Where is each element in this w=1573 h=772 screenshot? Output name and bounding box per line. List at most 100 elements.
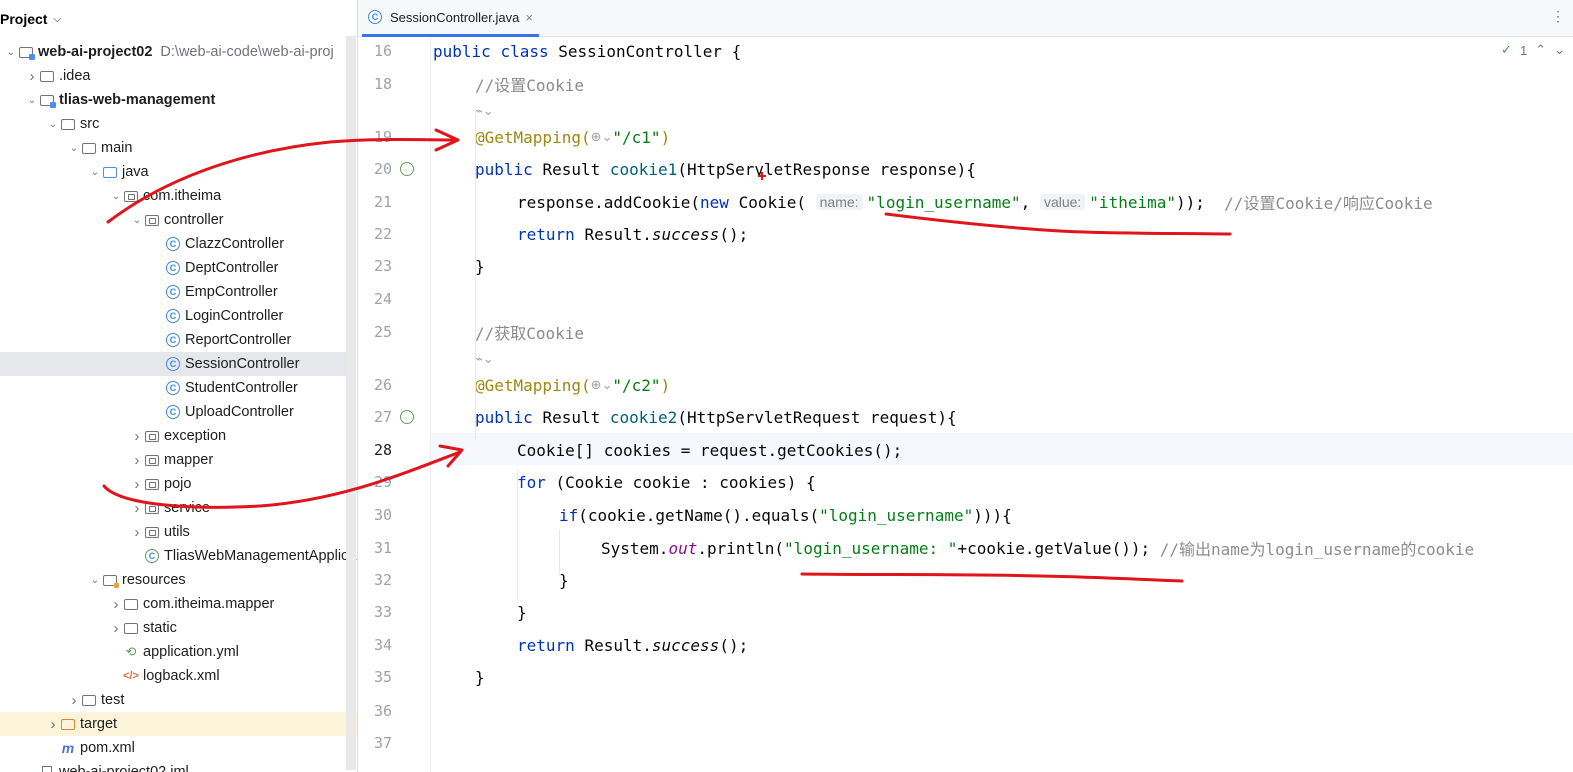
tree-item[interactable]: m pom.xml: [0, 736, 346, 760]
spring-endpoint-icon[interactable]: [399, 161, 415, 177]
code-line[interactable]: return Result. success ();: [517, 220, 748, 248]
tree-item[interactable]: › exception: [0, 424, 346, 448]
tree-item[interactable]: ⌄ com.itheima: [0, 184, 346, 208]
code-line[interactable]: return Result. success ();: [517, 631, 748, 659]
code-line[interactable]: ⌁⌄: [475, 345, 494, 373]
code-line[interactable]: }: [475, 663, 485, 691]
code-line[interactable]: }: [517, 598, 527, 626]
tree-item[interactable]: › mapper: [0, 448, 346, 472]
line-number[interactable]: 20: [358, 160, 392, 178]
tree-item[interactable]: ⟲ application.yml: [0, 640, 346, 664]
tab-session-controller[interactable]: C SessionController.java ×: [362, 0, 539, 37]
code-line[interactable]: //设置Cookie: [475, 70, 584, 98]
line-number[interactable]: 23: [358, 257, 392, 275]
line-number[interactable]: 21: [358, 193, 392, 211]
code-line[interactable]: if (cookie.getName().equals("login_userna…: [559, 501, 1012, 529]
line-number[interactable]: 31: [358, 539, 392, 557]
tree-item[interactable]: </> logback.xml: [0, 664, 346, 688]
code-line[interactable]: response.addCookie(new Cookie( name: "log…: [517, 188, 1433, 216]
chevron-down-icon[interactable]: ⌄: [4, 47, 18, 58]
chevron-right-icon[interactable]: ›: [25, 68, 39, 85]
chevron-down-icon[interactable]: ⌄: [88, 575, 102, 586]
tree-item[interactable]: ⌄ resources: [0, 568, 346, 592]
tree-item[interactable]: ⌄ controller: [0, 208, 346, 232]
inspection-widget[interactable]: ✓ 1 ⌃ ⌄: [1501, 42, 1565, 58]
chevron-down-icon[interactable]: ⌄: [46, 119, 60, 130]
chevron-down-icon[interactable]: ⌄: [67, 143, 81, 154]
line-number[interactable]: 18: [358, 75, 392, 93]
tree-item[interactable]: C StudentController: [0, 376, 346, 400]
code-line[interactable]: @GetMapping(⊕⌄ "/c1"): [475, 123, 670, 151]
chevron-right-icon[interactable]: ›: [109, 620, 123, 637]
spring-endpoint-icon[interactable]: [399, 409, 415, 425]
tree-item[interactable]: ⌄ src: [0, 112, 346, 136]
sidebar-scrollbar[interactable]: [346, 36, 356, 770]
code-line[interactable]: }: [475, 252, 485, 280]
code-line[interactable]: }: [559, 566, 569, 594]
inlay-icon[interactable]: ⌁⌄: [475, 352, 494, 367]
tree-item[interactable]: ⌄ web-ai-project02 D:\web-ai-code\web-ai-p…: [0, 40, 346, 64]
tree-item[interactable]: C ReportController: [0, 328, 346, 352]
line-number[interactable]: 30: [358, 506, 392, 524]
line-number[interactable]: 35: [358, 668, 392, 686]
inlay-icon[interactable]: ⌁⌄: [475, 104, 494, 119]
tree-item[interactable]: C EmpController: [0, 280, 346, 304]
line-number[interactable]: 32: [358, 571, 392, 589]
tree-item[interactable]: › test: [0, 688, 346, 712]
tree-item[interactable]: › utils: [0, 520, 346, 544]
chevron-right-icon[interactable]: ›: [130, 500, 144, 517]
chevron-down-icon[interactable]: ⌄: [25, 95, 39, 106]
code-line[interactable]: ⌁⌄: [475, 97, 494, 125]
tree-item[interactable]: › service: [0, 496, 346, 520]
tree-item[interactable]: ⌄ tlias-web-management: [0, 88, 346, 112]
chevron-right-icon[interactable]: ›: [67, 692, 81, 709]
line-number[interactable]: 28: [358, 441, 392, 459]
tree-item[interactable]: C UploadController: [0, 400, 346, 424]
chevron-down-icon[interactable]: ⌄: [130, 215, 144, 226]
line-number[interactable]: 25: [358, 323, 392, 341]
tree-item[interactable]: C LoginController: [0, 304, 346, 328]
code-editor[interactable]: public class SessionController { //设置Cook…: [431, 37, 1573, 772]
chevron-right-icon[interactable]: ›: [46, 716, 60, 733]
line-number[interactable]: 16: [358, 42, 392, 60]
line-number[interactable]: 29: [358, 473, 392, 491]
chevron-down-icon[interactable]: ⌄: [109, 191, 123, 202]
tree-item[interactable]: C TliasWebManagementApplica: [0, 544, 356, 568]
chevron-down-icon[interactable]: ⌄: [1554, 42, 1565, 58]
chevron-right-icon[interactable]: ›: [130, 524, 144, 541]
tree-item[interactable]: C SessionController: [0, 352, 346, 376]
chevron-right-icon[interactable]: ›: [130, 452, 144, 469]
tree-item[interactable]: C ClazzController: [0, 232, 346, 256]
tree-item[interactable]: C DeptController: [0, 256, 346, 280]
tree-item[interactable]: web-ai-project02.iml: [0, 760, 346, 772]
tree-item[interactable]: › static: [0, 616, 346, 640]
tree-item[interactable]: › target: [0, 712, 358, 736]
tree-item[interactable]: › .idea: [0, 64, 346, 88]
chevron-right-icon[interactable]: ›: [130, 476, 144, 493]
tree-item[interactable]: › pojo: [0, 472, 346, 496]
tree-item[interactable]: ⌄ main: [0, 136, 346, 160]
chevron-right-icon[interactable]: ›: [109, 596, 123, 613]
line-number[interactable]: 19: [358, 128, 392, 146]
line-number[interactable]: 34: [358, 636, 392, 654]
code-line[interactable]: //获取Cookie: [475, 318, 584, 346]
more-options-icon[interactable]: ⋮: [1551, 8, 1565, 25]
chevron-right-icon[interactable]: ›: [130, 428, 144, 445]
code-line[interactable]: public Result cookie2 (HttpServletRequest…: [475, 403, 957, 431]
inlay-icon[interactable]: ⊕⌄: [591, 130, 613, 145]
code-line[interactable]: Cookie[] cookies = request.getCookies();: [517, 436, 902, 464]
line-number[interactable]: 37: [358, 734, 392, 752]
line-number[interactable]: 24: [358, 290, 392, 308]
line-number[interactable]: 33: [358, 603, 392, 621]
line-number[interactable]: 22: [358, 225, 392, 243]
tree-item[interactable]: › com.itheima.mapper: [0, 592, 346, 616]
code-line[interactable]: for (Cookie cookie : cookies) {: [517, 468, 816, 496]
project-view-header[interactable]: Project ⌵: [0, 8, 61, 30]
chevron-down-icon[interactable]: ⌄: [88, 167, 102, 178]
line-number[interactable]: 36: [358, 702, 392, 720]
code-line[interactable]: System. out .println("login_username: " +co…: [601, 534, 1474, 562]
code-line[interactable]: public class SessionController {: [433, 37, 741, 65]
code-line[interactable]: @GetMapping(⊕⌄ "/c2"): [475, 371, 670, 399]
tree-item[interactable]: ⌄ java: [0, 160, 346, 184]
code-line[interactable]: public Result cookie1 (HttpServletRespons…: [475, 155, 976, 183]
